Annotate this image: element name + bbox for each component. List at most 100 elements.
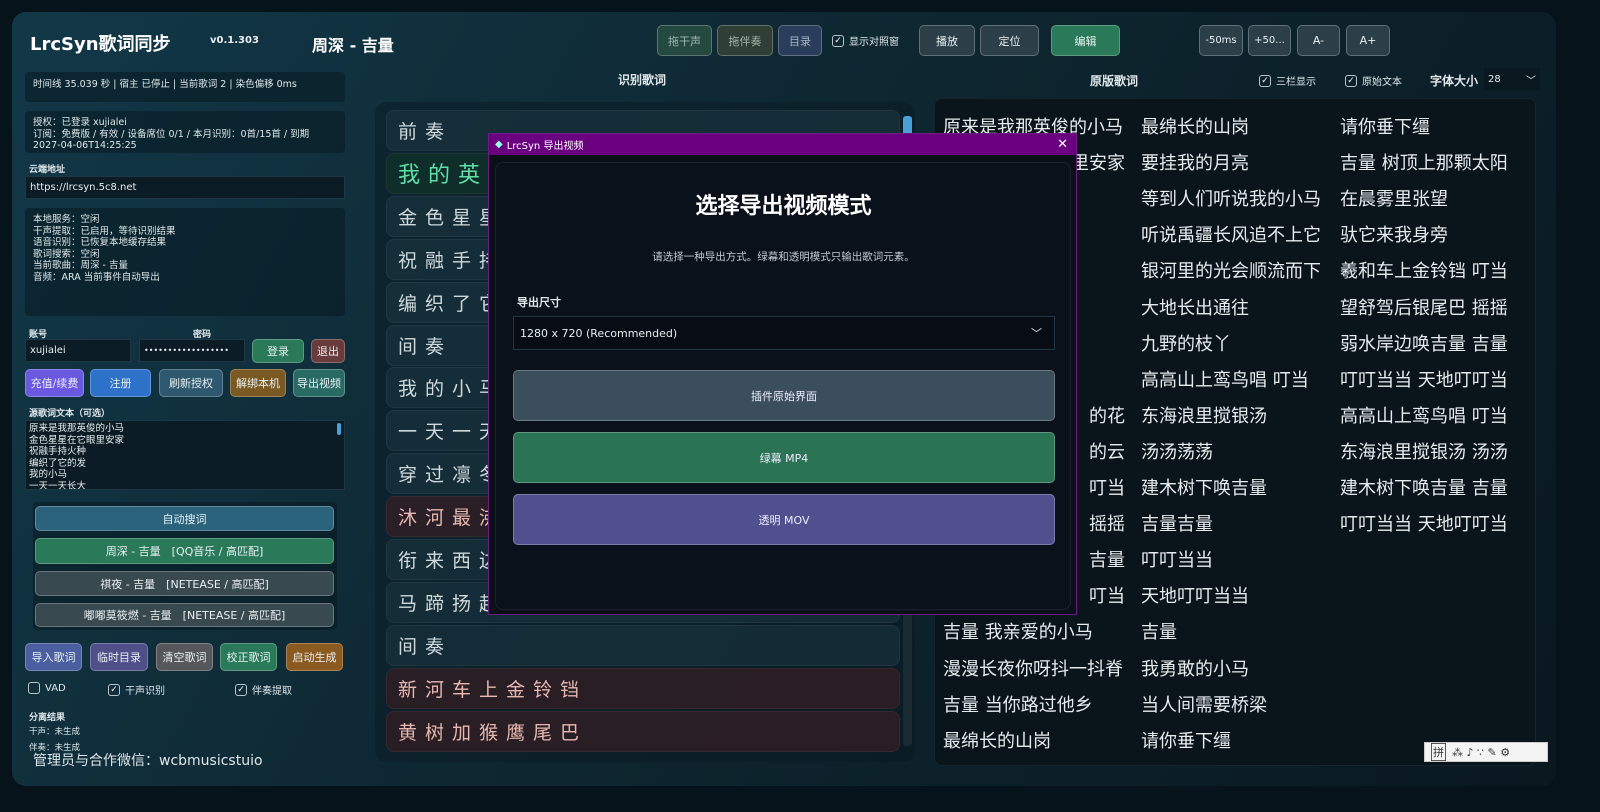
original-lyric-line: 九野的枝丫 bbox=[1141, 333, 1231, 355]
account-input[interactable]: xujialei bbox=[25, 339, 131, 362]
offset-plus-button[interactable]: +50... bbox=[1248, 25, 1291, 56]
close-icon[interactable]: ✕ bbox=[1057, 137, 1068, 152]
original-lyric-line: 驮它来我身旁 bbox=[1340, 225, 1448, 247]
original-lyric-line: 吉量 树顶上那颗太阳 bbox=[1340, 153, 1508, 175]
search-result-item[interactable]: 祺夜 - 吉量 [NETEASE / 高匹配] bbox=[35, 571, 334, 596]
search-result-item[interactable]: 周深 - 吉量 [QQ音乐 / 高匹配] bbox=[35, 538, 334, 564]
service-line: 音频：ARA 当前事件自动导出 bbox=[33, 271, 160, 283]
login-button[interactable]: 登录 bbox=[252, 339, 304, 363]
search-result-item[interactable]: 嘟嘟莫筱燃 - 吉量 [NETEASE / 高匹配] bbox=[35, 603, 334, 627]
dialog-description: 请选择一种导出方式。绿幕和透明模式只输出歌词元素。 bbox=[652, 251, 915, 263]
show-compare-label: 显示对照窗 bbox=[849, 37, 899, 48]
temp-dir-button[interactable]: 临时目录 bbox=[90, 643, 148, 671]
status-bar: 时间线 35.039 秒 | 宿主 已停止 | 当前歌词 2 | 染色偏移 0m… bbox=[25, 72, 345, 102]
drag-vocal-button[interactable]: 拖干声 bbox=[657, 25, 712, 56]
auth-line: 授权：已登录 xujialei bbox=[33, 117, 127, 128]
vocal-recognition-checkbox[interactable]: ✓ 干声识别 bbox=[108, 682, 165, 697]
export-video-dialog: ◆ LrcSyn 导出视频 ✕ 选择导出视频模式 请选择一种导出方式。绿幕和透明模式… bbox=[488, 133, 1077, 615]
check-icon: ✓ bbox=[832, 34, 844, 47]
ime-toolbar[interactable]: 拼 ⁂ ♪ ∵ ✎ ⚙ bbox=[1424, 742, 1548, 762]
cloud-url-input[interactable]: https://lrcsyn.5c8.net bbox=[25, 176, 345, 199]
original-lyric-line: 叮叮当当 bbox=[1141, 550, 1213, 572]
service-line: 当前歌曲：周深 - 吉量 bbox=[33, 260, 128, 271]
drag-accomp-button[interactable]: 拖伴奏 bbox=[717, 25, 773, 56]
password-input[interactable]: •••••••••••••••••• bbox=[139, 339, 245, 362]
ime-mode[interactable]: 拼 bbox=[1431, 743, 1446, 761]
register-button[interactable]: 注册 bbox=[90, 369, 151, 397]
correct-lyrics-button[interactable]: 校正歌词 bbox=[220, 643, 277, 671]
font-size-select[interactable]: 28 ﹀ bbox=[1484, 68, 1540, 90]
source-lyrics-label: 源歌词文本（可选） bbox=[29, 409, 111, 419]
service-line: 干声提取：已启用，等待识别结果 bbox=[33, 225, 176, 237]
original-lyric-line: 的花 bbox=[1089, 405, 1125, 427]
service-line: 歌词搜索：空闲 bbox=[33, 248, 100, 260]
original-title: 原版歌词 bbox=[1090, 74, 1139, 88]
check-icon: ✓ bbox=[235, 683, 247, 696]
check-icon: ✓ bbox=[108, 683, 120, 696]
source-line: 金色星星在它眼里安家 bbox=[29, 434, 125, 446]
transparent-mov-button[interactable]: 透明 MOV bbox=[513, 494, 1055, 545]
original-lyric-line: 听说禹疆长风追不上它 bbox=[1141, 225, 1321, 247]
dialog-heading: 选择导出视频模式 bbox=[695, 194, 872, 219]
ime-icons[interactable]: ⁂ ♪ ∵ ✎ ⚙ bbox=[1452, 746, 1510, 759]
expiry-line: 2027-04-06T14:25:25 bbox=[33, 140, 137, 151]
scrollbar-thumb[interactable] bbox=[337, 423, 341, 435]
original-lyric-line: 弱水岸边唤吉量 吉量 bbox=[1340, 333, 1508, 355]
raw-text-checkbox[interactable]: ✓ 原始文本 bbox=[1345, 73, 1402, 88]
import-lyrics-button[interactable]: 导入歌词 bbox=[25, 643, 82, 671]
source-line: 一天一天长大 bbox=[29, 480, 87, 490]
font-decrease-button[interactable]: A- bbox=[1297, 25, 1340, 56]
source-lyrics-textarea[interactable]: 原来是我那英俊的小马 金色星星在它眼里安家 祝融手持火种 编织了它的发 我的小马 一天一天… bbox=[25, 420, 345, 490]
original-lyric-line: 建木树下唤吉量 bbox=[1141, 478, 1267, 499]
accomp-extract-label: 伴奏提取 bbox=[252, 686, 292, 697]
clear-lyrics-button[interactable]: 清空歌词 bbox=[156, 643, 213, 671]
original-lyric-line: 东海浪里搅银汤 bbox=[1141, 405, 1267, 427]
accomp-extract-checkbox[interactable]: ✓ 伴奏提取 bbox=[235, 682, 292, 697]
contact-info: 管理员与合作微信：wcbmusicstuio bbox=[33, 753, 263, 769]
original-lyric-line: 吉量 我亲爱的小马 bbox=[943, 622, 1093, 644]
plugin-ui-option-button[interactable]: 插件原始界面 bbox=[513, 370, 1055, 421]
recognized-lyric-row[interactable]: 间奏 bbox=[386, 624, 900, 666]
original-lyric-line: 的云 bbox=[1089, 441, 1125, 463]
original-lyric-line: 天地叮叮当当 bbox=[1141, 586, 1249, 608]
original-lyric-line: 叮当 bbox=[1089, 478, 1125, 499]
three-col-checkbox[interactable]: ✓ 三栏显示 bbox=[1259, 73, 1316, 88]
refresh-auth-button[interactable]: 刷新授权 bbox=[159, 369, 223, 397]
original-lyric-line: 望舒驾后银尾巴 摇摇 bbox=[1340, 297, 1508, 319]
export-size-select[interactable]: 1280 x 720 (Recommended) ﹀ bbox=[513, 316, 1055, 350]
service-line: 本地服务：空闲 bbox=[33, 214, 100, 225]
original-lyric-line: 吉量 bbox=[1141, 622, 1177, 644]
original-lyric-line: 东海浪里搅银汤 汤汤 bbox=[1340, 441, 1508, 463]
recognized-lyric-row[interactable]: 黄树加猴鹰尾巴 bbox=[386, 710, 900, 752]
export-video-button[interactable]: 导出视频 bbox=[293, 369, 345, 397]
show-compare-checkbox[interactable]: ✓ 显示对照窗 bbox=[832, 33, 899, 48]
service-line: 语音识别：已恢复本地缓存结果 bbox=[33, 237, 167, 248]
locate-button[interactable]: 定位 bbox=[980, 25, 1039, 56]
unbind-button[interactable]: 解绑本机 bbox=[230, 369, 286, 397]
vad-checkbox[interactable]: VAD bbox=[28, 682, 66, 694]
auto-search-button[interactable]: 自动搜词 bbox=[35, 506, 334, 531]
original-lyric-line: 吉量 bbox=[1089, 550, 1125, 572]
app-title: LrcSyn歌词同步 bbox=[30, 34, 171, 55]
font-increase-button[interactable]: A+ bbox=[1346, 25, 1390, 56]
offset-minus-button[interactable]: -50ms bbox=[1199, 25, 1243, 56]
auth-info: 授权：已登录 xujialei 订阅：免费版 / 有效 / 设备席位 0/1 / … bbox=[25, 111, 345, 153]
font-size-value: 28 bbox=[1488, 73, 1501, 85]
recharge-button[interactable]: 充值/续费 bbox=[25, 369, 84, 397]
play-button[interactable]: 播放 bbox=[919, 25, 975, 56]
original-lyric-line: 叮叮当当 天地叮叮当 bbox=[1340, 369, 1508, 391]
directory-button[interactable]: 目录 bbox=[778, 25, 822, 56]
recognized-lyric-row[interactable]: 新河车上金铃铛 bbox=[386, 667, 900, 709]
logout-button[interactable]: 退出 bbox=[311, 339, 345, 363]
app-version: v0.1.303 bbox=[210, 35, 259, 46]
original-lyric-line: 里安家 bbox=[1071, 153, 1125, 175]
dialog-titlebar[interactable]: ◆ LrcSyn 导出视频 ✕ bbox=[489, 134, 1076, 155]
original-lyric-line: 请你垂下缰 bbox=[1340, 117, 1430, 138]
check-icon: ✓ bbox=[1259, 74, 1271, 87]
green-screen-mp4-button[interactable]: 绿幕 MP4 bbox=[513, 432, 1055, 483]
vocal-recognition-label: 干声识别 bbox=[125, 686, 165, 697]
source-line: 我的小马 bbox=[29, 469, 68, 480]
generate-button[interactable]: 启动生成 bbox=[286, 643, 343, 671]
source-line: 原来是我那英俊的小马 bbox=[29, 423, 125, 434]
edit-button[interactable]: 编辑 bbox=[1051, 25, 1120, 56]
